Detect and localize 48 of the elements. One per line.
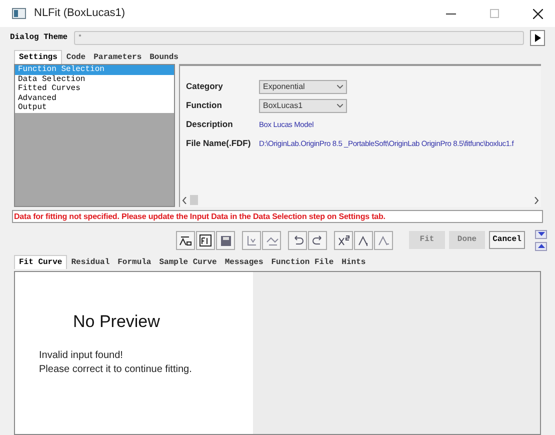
curve-button[interactable] (262, 230, 281, 250)
tree-item[interactable]: Output (15, 103, 174, 112)
tab[interactable]: Code (62, 52, 90, 64)
field-label: Function (186, 99, 223, 112)
tab[interactable]: Fit Curve (14, 255, 68, 269)
tree-item[interactable]: Fitted Curves (15, 84, 174, 94)
play-button[interactable] (530, 30, 545, 46)
tab[interactable]: Messages (220, 257, 268, 269)
save-button[interactable] (216, 230, 235, 250)
caret-icon (337, 104, 343, 108)
app-icon (12, 8, 26, 19)
dropdown[interactable]: BoxLucas1 (259, 98, 347, 112)
close-icon[interactable] (533, 8, 543, 18)
field-label: File Name(.FDF) (186, 137, 252, 150)
tree-item[interactable]: Data Selection (15, 74, 174, 84)
dialog-button[interactable]: Cancel (489, 231, 525, 249)
tab[interactable]: Hints (338, 257, 370, 269)
message-text: Invalid input found! (39, 348, 124, 362)
tab[interactable]: Formula (114, 257, 156, 269)
play-icon (534, 34, 540, 42)
dropdown[interactable]: Exponential (259, 80, 347, 94)
scroll-up-button[interactable] (535, 242, 547, 250)
function-icon (198, 232, 213, 248)
message-text: Please correct it to continue fitting. (39, 362, 193, 376)
tab[interactable]: Residual (67, 257, 114, 269)
window-title: NLFit (BoxLucas1) (34, 6, 126, 22)
redo-button[interactable] (308, 230, 327, 250)
tab[interactable]: Function File (267, 257, 338, 269)
scroll-down-button[interactable] (535, 230, 547, 238)
error-message: Data for fitting not specified. Please update the Input Data in the Data Selection step on Settings tab. (14, 210, 386, 222)
tree-item[interactable]: Advanced (15, 94, 174, 103)
scroll-left-icon[interactable] (182, 196, 187, 204)
undo-button[interactable] (288, 230, 307, 250)
preview-title: No Preview (73, 311, 161, 333)
scroll-right-icon[interactable] (534, 196, 539, 204)
chart-button[interactable] (242, 230, 261, 250)
down-triangle-icon (538, 232, 544, 236)
field-label: Description (186, 118, 234, 131)
tab[interactable]: Bounds (146, 52, 182, 64)
field-label: Category (186, 80, 224, 93)
up-triangle-icon (538, 244, 544, 248)
tab[interactable]: Settings (14, 50, 62, 64)
scrollbar-thumb[interactable] (190, 195, 198, 205)
tab[interactable]: Sample Curve (155, 257, 221, 269)
field-label: Dialog Theme (10, 32, 68, 44)
caret-icon (337, 84, 343, 88)
tab[interactable]: Parameters (90, 52, 146, 64)
function-button[interactable] (196, 230, 215, 250)
